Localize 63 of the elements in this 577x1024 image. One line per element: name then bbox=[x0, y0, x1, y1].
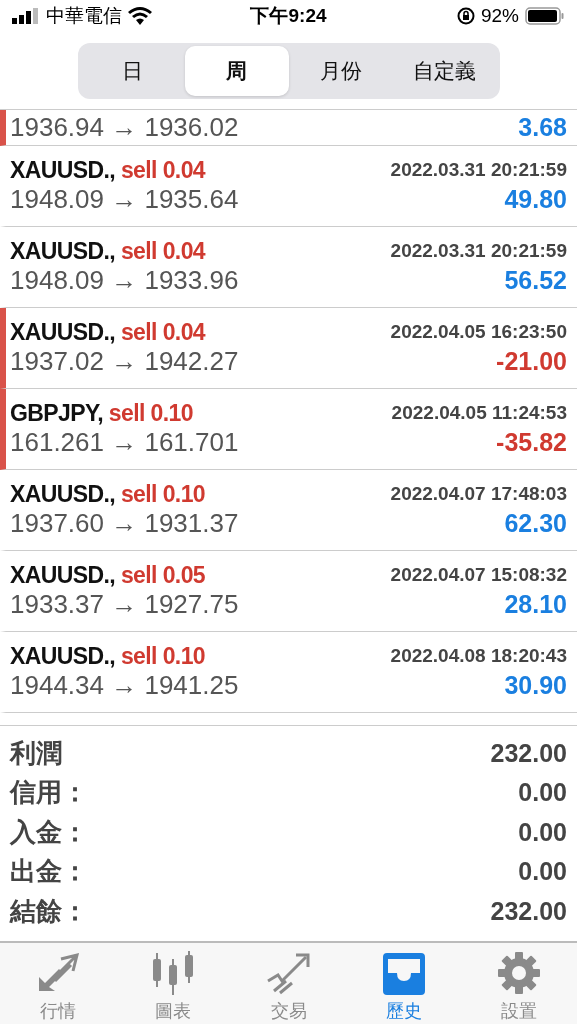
trend-arrow-icon bbox=[265, 951, 312, 995]
rotation-lock-icon bbox=[456, 7, 475, 26]
trade-row[interactable]: XAUUSD., sell 0.10 2022.04.08 18:20:43 1944.34 → 1941.25 30.90 bbox=[0, 631, 577, 713]
profit-value: -35.82 bbox=[496, 427, 567, 457]
summary-value: 0.00 bbox=[518, 857, 567, 887]
trade-row[interactable]: XAUUSD., sell 0.04 2022.03.31 20:21:59 1948.09 → 1935.64 49.80 bbox=[0, 145, 577, 227]
price-range: 1944.34 → 1941.25 bbox=[10, 669, 239, 701]
profit-value: -21.00 bbox=[496, 346, 567, 376]
period-tab[interactable]: 月份 bbox=[288, 45, 393, 96]
settings-icon bbox=[496, 951, 543, 995]
inbox-tray-icon bbox=[380, 951, 427, 995]
trade-row[interactable]: XAUUSD., sell 0.05 2022.04.07 15:08:32 1933.37 → 1927.75 28.10 bbox=[0, 550, 577, 632]
trade-row[interactable]: 1936.94 → 1936.02 3.68 bbox=[0, 109, 577, 146]
summary-value: 0.00 bbox=[518, 817, 567, 847]
period-tab[interactable]: 周 bbox=[184, 45, 289, 96]
summary-label: 出金： bbox=[10, 855, 88, 889]
carrier-name: 中華電信 bbox=[46, 4, 122, 29]
trade-title: XAUUSD., sell 0.05 bbox=[10, 561, 206, 589]
profit-value: 56.52 bbox=[504, 265, 567, 295]
profit-value: 49.80 bbox=[504, 184, 567, 214]
trade-title: GBPJPY, sell 0.10 bbox=[10, 399, 193, 427]
trade-row[interactable]: GBPJPY, sell 0.10 2022.04.05 11:24:53 161.261 → 161.701 -35.82 bbox=[0, 388, 577, 470]
trade-time: 2022.03.31 20:21:59 bbox=[390, 159, 567, 181]
trade-title: XAUUSD., sell 0.04 bbox=[10, 318, 206, 346]
summary-label: 入金： bbox=[10, 815, 88, 849]
period-tab[interactable]: 自定義 bbox=[392, 45, 497, 96]
price-range: 1937.60 → 1931.37 bbox=[10, 507, 239, 539]
trade-time: 2022.04.05 11:24:53 bbox=[391, 402, 567, 424]
clock-time: 下午9:24 bbox=[250, 4, 327, 29]
profit-value: 30.90 bbox=[504, 670, 567, 700]
trade-title: XAUUSD., sell 0.10 bbox=[10, 480, 206, 508]
trade-time: 2022.04.05 16:23:50 bbox=[390, 321, 567, 343]
summary-value: 232.00 bbox=[490, 738, 567, 768]
summary-label: 信用： bbox=[10, 776, 88, 810]
price-range: 1937.02 → 1942.27 bbox=[10, 345, 239, 377]
summary-value: 0.00 bbox=[518, 778, 567, 808]
trade-title: XAUUSD., sell 0.04 bbox=[10, 237, 206, 265]
summary-label: 利潤 bbox=[10, 736, 62, 770]
price-range: 1936.94 → 1936.02 bbox=[10, 111, 239, 143]
trade-title: XAUUSD., sell 0.04 bbox=[10, 156, 206, 184]
battery-icon bbox=[525, 7, 565, 26]
price-range: 1933.37 → 1927.75 bbox=[10, 588, 239, 620]
signal-icon bbox=[12, 8, 40, 25]
trade-time: 2022.04.07 15:08:32 bbox=[390, 564, 567, 586]
profit-value: 62.30 bbox=[504, 508, 567, 538]
profit-value: 3.68 bbox=[518, 112, 567, 142]
price-range: 1948.09 → 1933.96 bbox=[10, 264, 239, 296]
trade-title: XAUUSD., sell 0.10 bbox=[10, 642, 206, 670]
price-range: 1948.09 → 1935.64 bbox=[10, 183, 239, 215]
trade-time: 2022.04.08 18:20:43 bbox=[390, 645, 567, 667]
trade-row[interactable]: XAUUSD., sell 0.10 2022.04.07 17:48:03 1937.60 → 1931.37 62.30 bbox=[0, 469, 577, 551]
profit-value: 28.10 bbox=[504, 589, 567, 619]
period-tab[interactable]: 日 bbox=[80, 45, 185, 96]
trade-time: 2022.04.07 17:48:03 bbox=[390, 483, 567, 505]
summary-label: 結餘： bbox=[10, 894, 88, 928]
tab-bar-item[interactable]: 歷史 bbox=[346, 943, 462, 1024]
trade-row[interactable]: XAUUSD., sell 0.04 2022.03.31 20:21:59 1948.09 → 1933.96 56.52 bbox=[0, 226, 577, 308]
trade-row[interactable]: XAUUSD., sell 0.04 2022.04.05 16:23:50 1937.02 → 1942.27 -21.00 bbox=[0, 307, 577, 389]
battery-percent: 92% bbox=[480, 5, 519, 28]
trade-time: 2022.03.31 20:21:59 bbox=[390, 240, 567, 262]
summary-value: 232.00 bbox=[490, 896, 567, 926]
wifi-icon bbox=[128, 7, 152, 26]
price-range: 161.261 → 161.701 bbox=[10, 426, 239, 458]
